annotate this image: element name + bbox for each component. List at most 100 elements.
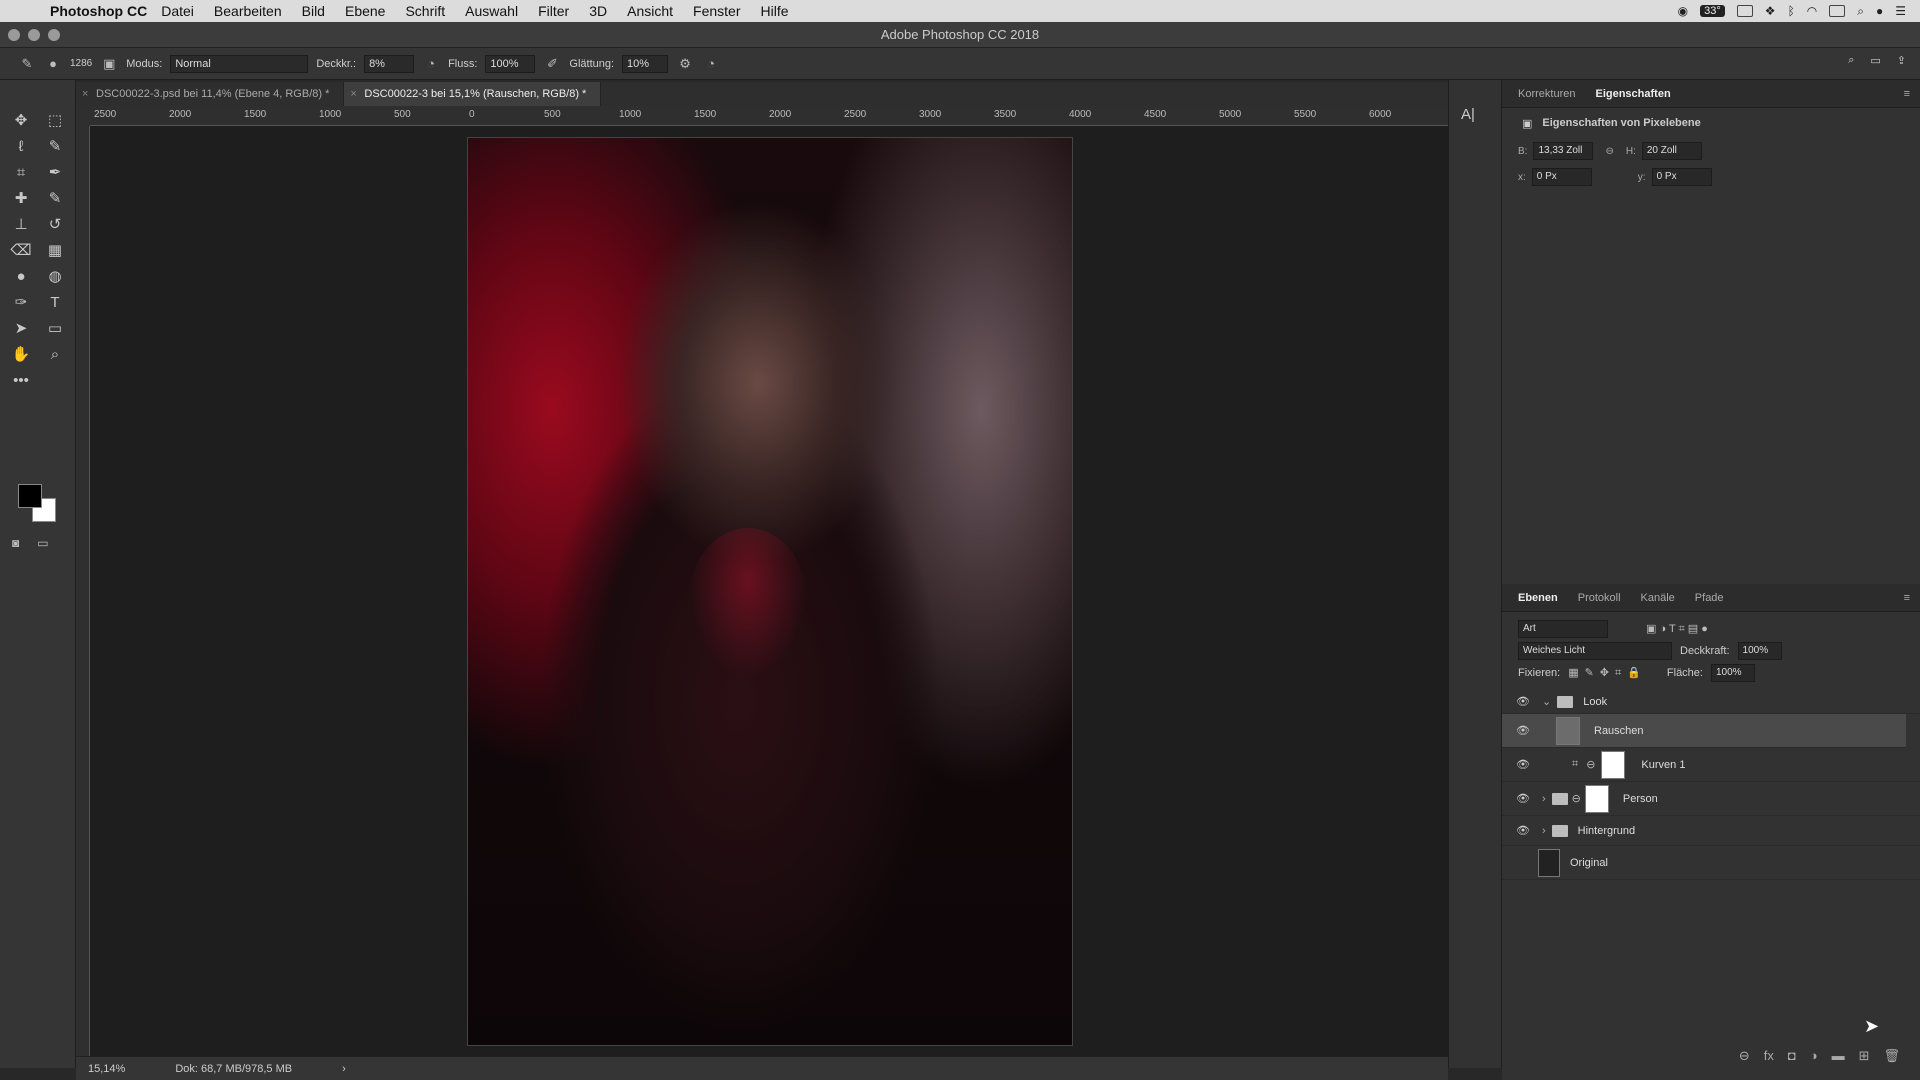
deckkr-input[interactable]: 8% [364,54,415,73]
pressure-opacity-icon[interactable]: ◔ [422,55,440,73]
close-window-button[interactable] [8,29,20,41]
bluetooth-icon[interactable]: ᛒ [1788,4,1795,18]
crop-tool-icon[interactable]: ⌗ [4,160,38,184]
notification-icon[interactable]: ☰ [1895,4,1906,18]
height-input[interactable]: 20 Zoll [1641,142,1702,160]
zoom-tool-icon[interactable]: ⌕ [38,342,72,366]
mask-thumbnail[interactable] [1584,784,1609,813]
status-chevron-icon[interactable]: › [342,1063,346,1075]
menu-ansicht[interactable]: Ansicht [627,3,673,19]
layer-group-hintergrund[interactable]: 👁 › Hintergrund [1502,816,1920,846]
tab-document-1[interactable]: × DSC00022-3.psd bei 11,4% (Ebene 4, RGB… [76,82,345,106]
minimize-window-button[interactable] [28,29,40,41]
width-input[interactable]: 13,33 Zoll [1533,142,1594,160]
brush-preset-icon[interactable]: ● [44,55,62,73]
menu-app-name[interactable]: Photoshop CC [50,3,147,19]
eye-icon[interactable]: 👁 [1516,792,1530,805]
healing-tool-icon[interactable]: ✚ [4,186,38,210]
layer-rauschen[interactable]: 👁 Rauschen [1502,714,1906,748]
eye-icon[interactable]: 👁 [1516,724,1530,737]
filter-icons[interactable]: ▣ ◑ T ⌗ ▤ ● [1646,622,1708,636]
zoom-level[interactable]: 15,14% [88,1063,125,1075]
menu-fenster[interactable]: Fenster [693,3,740,19]
layer-original[interactable]: Original [1502,846,1920,880]
layer-group-person[interactable]: 👁 › ⊖ Person [1502,782,1920,816]
quickmask-icon[interactable]: ◙ [12,536,19,550]
mask-thumbnail[interactable] [1601,750,1626,779]
pressure-size-icon[interactable]: ◔ [702,55,720,73]
chain-link-icon[interactable]: ⊖ [1586,758,1595,771]
blend-mode-select[interactable]: Weiches Licht [1518,642,1672,660]
eraser-tool-icon[interactable]: ⌫ [4,238,38,262]
move-tool-icon[interactable]: ✥ [4,108,38,132]
horizontal-ruler[interactable]: 2500 2000 1500 1000 500 0 500 1000 1500 2000 2500 3… [90,106,1448,126]
siri-icon[interactable]: ● [1876,4,1883,18]
y-input[interactable]: 0 Px [1651,168,1712,186]
menu-ebene[interactable]: Ebene [345,3,385,19]
glaettung-input[interactable]: 10% [622,54,669,73]
layer-group-look[interactable]: 👁 ⌄ Look [1502,690,1920,714]
menu-bearbeiten[interactable]: Bearbeiten [214,3,282,19]
eyedropper-tool-icon[interactable]: ✒ [38,160,72,184]
screen-mode-icon[interactable]: ▭ [37,536,48,550]
marquee-tool-icon[interactable]: ⬚ [38,108,72,132]
path-select-tool-icon[interactable]: ➤ [4,316,38,340]
history-brush-tool-icon[interactable]: ↺ [38,212,72,236]
spotlight-icon[interactable]: ⌕ [1857,4,1864,19]
eye-icon[interactable]: 👁 [1516,695,1530,708]
search-icon[interactable]: ⌕ [1848,54,1854,67]
menu-hilfe[interactable]: Hilfe [761,3,789,19]
fill-input[interactable]: 100% [1710,664,1755,682]
vertical-ruler[interactable] [76,126,90,1056]
menu-3d[interactable]: 3D [589,3,607,19]
gear-icon[interactable]: ⚙ [676,55,694,73]
quick-select-tool-icon[interactable]: ✎ [38,134,72,158]
workspace-icon[interactable]: ▭ [1870,54,1880,67]
new-group-icon[interactable]: ▬ [1832,1048,1845,1070]
trash-icon[interactable]: 🗑 [1883,1048,1900,1070]
tab-pfade[interactable]: Pfade [1695,592,1724,604]
menu-schrift[interactable]: Schrift [405,3,445,19]
fluss-input[interactable]: 100% [485,54,536,73]
dodge-tool-icon[interactable]: ◍ [38,264,72,288]
wifi-icon[interactable]: ◠ [1807,4,1817,18]
layer-filter-select[interactable]: Art [1518,620,1608,638]
pen-tool-icon[interactable]: ✑ [4,290,38,314]
tab-kanaele[interactable]: Kanäle [1641,592,1675,604]
close-icon[interactable]: × [82,82,88,106]
display-icon[interactable] [1736,5,1753,17]
menu-bild[interactable]: Bild [302,3,325,19]
dropbox-icon[interactable]: ❖ [1765,4,1776,18]
link-layers-icon[interactable]: ⊖ [1739,1048,1750,1070]
lasso-tool-icon[interactable]: ℓ [4,134,38,158]
more-tools-icon[interactable]: ••• [4,368,38,392]
brush-size[interactable]: 1286 [70,58,92,69]
eye-icon[interactable]: 👁 [1516,758,1530,771]
tab-protokoll[interactable]: Protokoll [1578,592,1621,604]
chain-link-icon[interactable]: ⊖ [1572,792,1581,805]
stamp-tool-icon[interactable]: ⊥ [4,212,38,236]
temperature-badge[interactable]: 33° [1700,5,1725,17]
add-mask-icon[interactable]: ◘ [1788,1048,1796,1070]
menu-datei[interactable]: Datei [161,3,194,19]
shape-tool-icon[interactable]: ▭ [38,316,72,340]
new-layer-icon[interactable]: ⊞ [1859,1048,1870,1070]
gradient-tool-icon[interactable]: ▦ [38,238,72,262]
battery-icon[interactable] [1829,5,1846,17]
lock-icons[interactable]: ▦✎✥⌗🔒 [1568,666,1647,680]
panel-menu-icon[interactable]: ≡ [1904,592,1910,604]
panel-menu-icon[interactable]: ≡ [1904,88,1910,100]
blur-tool-icon[interactable]: ● [4,264,38,288]
record-icon[interactable]: ◉ [1678,4,1688,18]
link-icon[interactable]: ⊖ [1605,146,1613,157]
opacity-input[interactable]: 100% [1737,642,1782,660]
tab-eigenschaften[interactable]: Eigenschaften [1595,88,1670,100]
fx-icon[interactable]: fx [1764,1048,1774,1070]
brush-panel-icon[interactable]: ▣ [100,55,118,73]
brush-tool-icon-side[interactable]: ✎ [38,186,72,210]
chevron-right-icon[interactable]: › [1542,825,1546,837]
chevron-down-icon[interactable]: ⌄ [1542,695,1551,708]
adjustment-layer-icon[interactable]: ◑ [1810,1048,1818,1070]
tab-ebenen[interactable]: Ebenen [1518,592,1558,604]
tab-document-2[interactable]: × DSC00022-3 bei 15,1% (Rauschen, RGB/8)… [344,82,602,106]
